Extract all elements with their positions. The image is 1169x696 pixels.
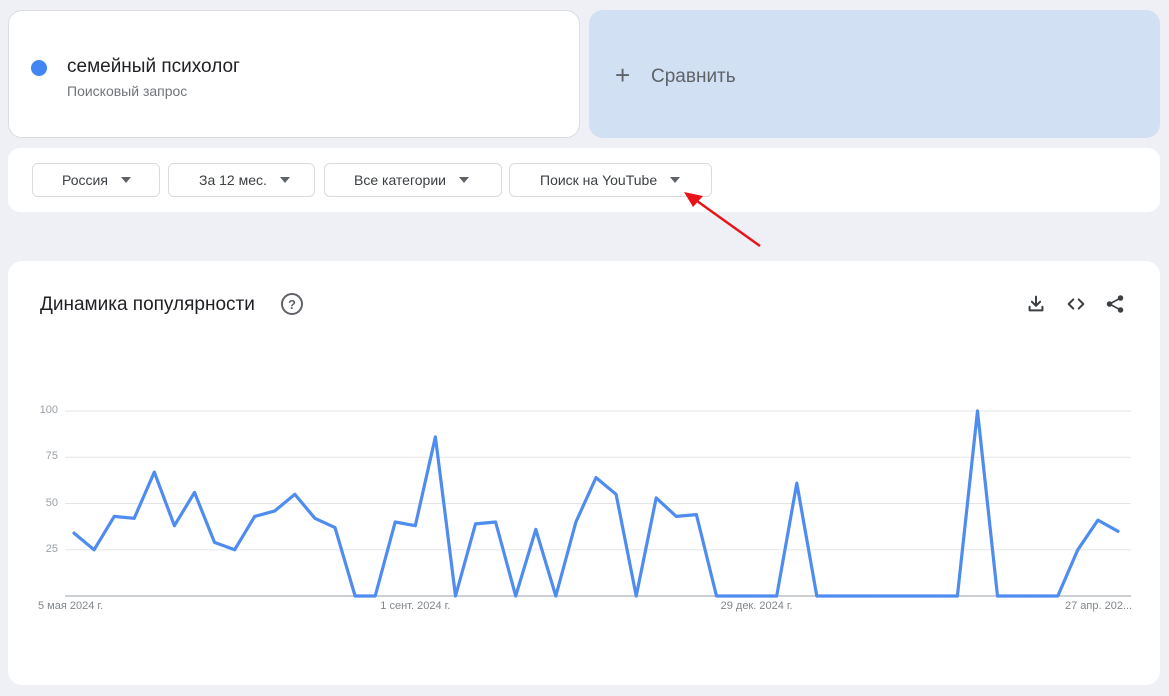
category-dropdown[interactable]: Все категории: [324, 163, 502, 197]
data-point[interactable]: [494, 520, 498, 524]
data-point[interactable]: [92, 548, 96, 552]
chevron-down-icon: [458, 177, 469, 183]
data-point[interactable]: [875, 594, 879, 598]
search-term-card[interactable]: семейный психолог Поисковый запрос: [8, 10, 580, 138]
data-point[interactable]: [835, 594, 839, 598]
data-point[interactable]: [433, 435, 437, 439]
y-tick-label: 75: [45, 450, 58, 463]
data-point[interactable]: [795, 481, 799, 485]
term-color-dot: [31, 60, 47, 76]
data-point[interactable]: [193, 491, 196, 494]
data-point[interactable]: [1116, 529, 1120, 533]
data-point[interactable]: [634, 594, 638, 598]
data-point[interactable]: [1076, 548, 1080, 552]
y-tick-label: 100: [39, 404, 58, 416]
data-point[interactable]: [253, 515, 257, 518]
data-point[interactable]: [755, 594, 759, 598]
data-point[interactable]: [976, 409, 979, 413]
interest-over-time-card: Динамика популярности ? 25 50 75 100 5 мая 2…: [8, 261, 1160, 685]
y-tick-label: 50: [45, 496, 58, 509]
compare-label: Сравнить: [651, 66, 736, 87]
filter-bar: Россия За 12 мес. Все категории Поиск на…: [8, 148, 1160, 212]
search-type-dropdown-label: Поиск на YouTube: [540, 172, 658, 188]
data-point[interactable]: [996, 594, 999, 598]
data-point[interactable]: [514, 594, 518, 598]
x-tick-label: 27 апр. 202...: [1065, 600, 1133, 612]
data-point[interactable]: [735, 594, 738, 598]
chevron-down-icon: [120, 177, 131, 183]
y-tick-label: 25: [45, 542, 58, 555]
data-point[interactable]: [1096, 518, 1100, 522]
data-point[interactable]: [594, 476, 598, 479]
time-range-dropdown[interactable]: За 12 мес.: [168, 163, 315, 197]
data-point[interactable]: [654, 496, 658, 500]
data-point[interactable]: [72, 531, 76, 535]
x-tick-label: 5 мая 2024 г.: [38, 600, 104, 612]
data-point[interactable]: [574, 520, 578, 524]
plus-icon: +: [615, 60, 631, 90]
data-point[interactable]: [132, 516, 136, 520]
data-point[interactable]: [454, 594, 457, 598]
search-type-dropdown[interactable]: Поиск на YouTube: [509, 163, 712, 197]
time-range-dropdown-label: За 12 мес.: [199, 172, 267, 188]
data-point[interactable]: [915, 594, 919, 598]
data-point[interactable]: [855, 594, 859, 598]
data-point[interactable]: [313, 516, 317, 520]
data-point[interactable]: [614, 492, 618, 496]
data-point[interactable]: [273, 509, 277, 513]
x-tick-label: 29 дек. 2024 г.: [720, 600, 793, 612]
data-point[interactable]: [233, 548, 237, 552]
data-point[interactable]: [333, 526, 337, 529]
data-point[interactable]: [554, 594, 558, 598]
search-term-type: Поисковый запрос: [67, 83, 188, 99]
x-tick-label: 1 сент. 2024 г.: [380, 600, 451, 612]
data-point[interactable]: [674, 515, 678, 518]
data-point[interactable]: [1016, 594, 1020, 598]
compare-button[interactable]: + Сравнить: [589, 10, 1160, 138]
data-point[interactable]: [373, 594, 377, 598]
data-point[interactable]: [935, 594, 939, 598]
trend-line-chart[interactable]: [8, 261, 1160, 685]
region-dropdown[interactable]: Россия: [32, 163, 160, 197]
data-point[interactable]: [775, 594, 779, 598]
search-term-name[interactable]: семейный психолог: [67, 56, 240, 78]
region-dropdown-label: Россия: [62, 172, 108, 188]
data-point[interactable]: [895, 594, 899, 598]
chevron-down-icon: [279, 177, 290, 183]
data-point[interactable]: [152, 470, 156, 474]
data-point[interactable]: [1036, 594, 1040, 598]
data-point[interactable]: [413, 524, 417, 528]
data-point[interactable]: [534, 528, 538, 531]
data-point[interactable]: [694, 513, 698, 516]
data-point[interactable]: [955, 594, 959, 598]
data-point[interactable]: [353, 594, 357, 598]
data-point[interactable]: [112, 515, 116, 518]
chevron-down-icon: [670, 177, 681, 183]
category-dropdown-label: Все категории: [354, 172, 446, 188]
data-point[interactable]: [474, 522, 477, 526]
data-point[interactable]: [213, 540, 216, 544]
data-point[interactable]: [715, 594, 718, 598]
data-point[interactable]: [393, 520, 397, 524]
data-point[interactable]: [172, 524, 176, 528]
data-point[interactable]: [815, 594, 819, 598]
data-point[interactable]: [1056, 594, 1060, 598]
data-point[interactable]: [293, 492, 297, 496]
